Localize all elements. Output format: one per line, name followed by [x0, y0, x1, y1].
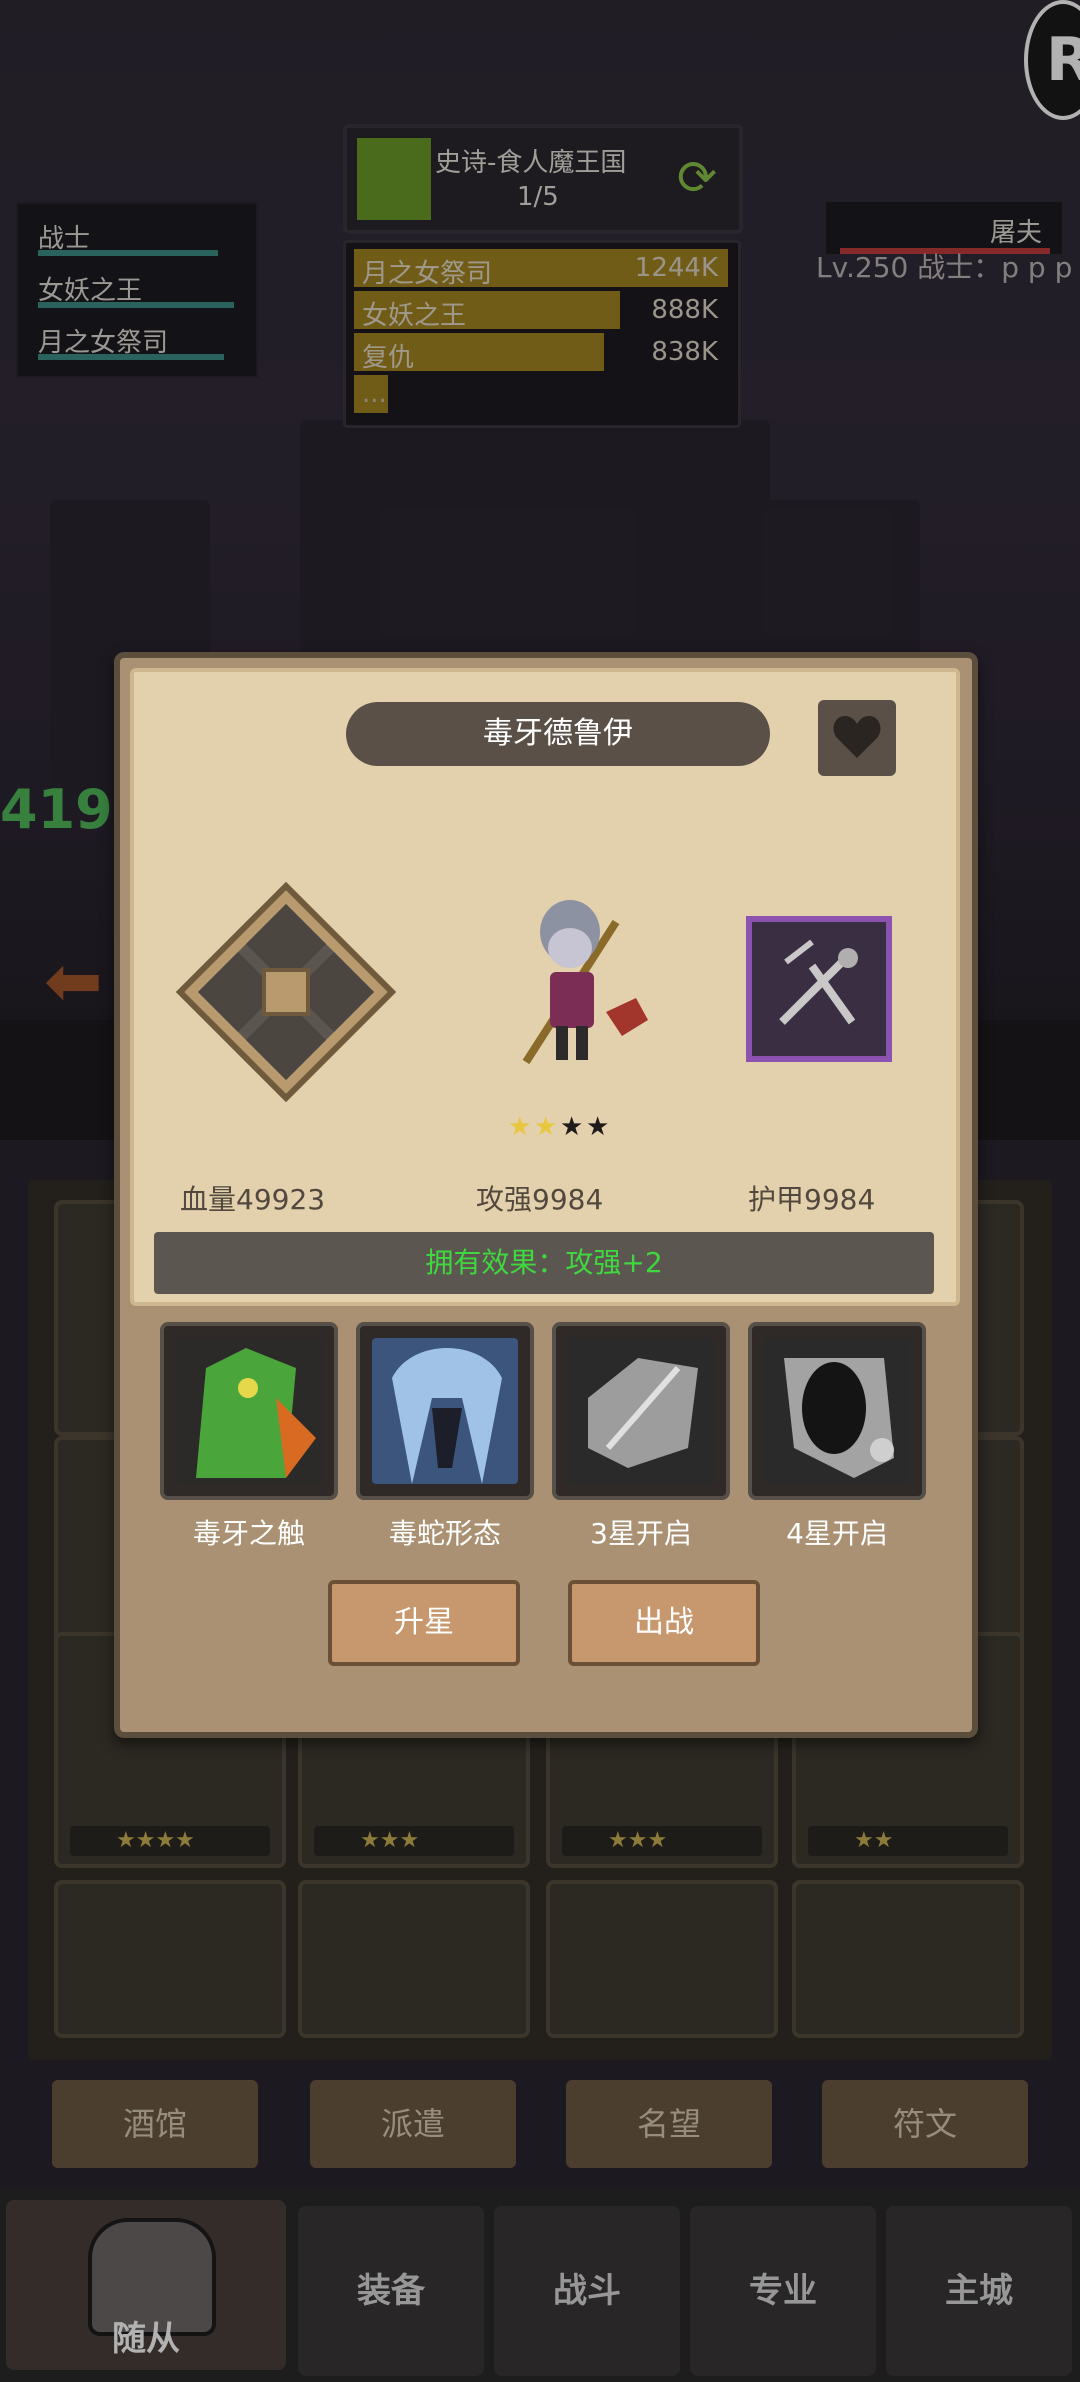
star-empty-icon: ★: [586, 1112, 610, 1142]
hero-info-panel: 毒牙德鲁伊 ★ ★ ★ ★ 血量49923 攻强9984 护甲9984 拥有效果…: [130, 668, 960, 1306]
deploy-button[interactable]: 出战: [568, 1580, 760, 1666]
stat-armor: 护甲9984: [748, 1183, 876, 1216]
star-filled-icon: ★: [534, 1112, 558, 1142]
owned-effect: 拥有效果：攻强+2: [154, 1232, 934, 1294]
skill-label: 毒牙之触: [192, 1517, 305, 1550]
star-up-button[interactable]: 升星: [328, 1580, 520, 1666]
star-filled-icon: ★: [508, 1112, 532, 1142]
skill-label: 4星开启: [786, 1517, 888, 1550]
equipment-slot-icon[interactable]: [176, 882, 396, 1102]
skill-locked-4[interactable]: [748, 1322, 926, 1500]
stat-attack: 攻强9984: [476, 1183, 604, 1216]
skill-serpent-form[interactable]: [356, 1322, 534, 1500]
stat-hp: 血量49923: [180, 1183, 326, 1216]
hero-star-rating: ★ ★ ★ ★: [508, 1112, 628, 1142]
hero-name: 毒牙德鲁伊: [346, 702, 770, 766]
locked-skill-4-icon: [764, 1338, 910, 1484]
skill-label: 毒蛇形态: [388, 1517, 501, 1550]
star-empty-icon: ★: [560, 1112, 584, 1142]
skill-poison-fang[interactable]: [160, 1322, 338, 1500]
skill-label: 3星开启: [590, 1517, 692, 1550]
skill-locked-3[interactable]: [552, 1322, 730, 1500]
locked-skill-3-icon: [568, 1338, 714, 1484]
poison-fang-touch-icon: [176, 1338, 322, 1484]
heart-icon: [833, 716, 881, 758]
favorite-button[interactable]: [818, 700, 896, 776]
hero-detail-modal: 毒牙德鲁伊 ★ ★ ★ ★ 血量49923 攻强9984 护甲9984 拥有效果…: [114, 652, 978, 1738]
hero-portrait: [522, 900, 648, 1065]
serpent-form-icon: [372, 1338, 518, 1484]
weapon-slot[interactable]: [746, 916, 892, 1062]
spiked-club-icon: [779, 939, 858, 1025]
